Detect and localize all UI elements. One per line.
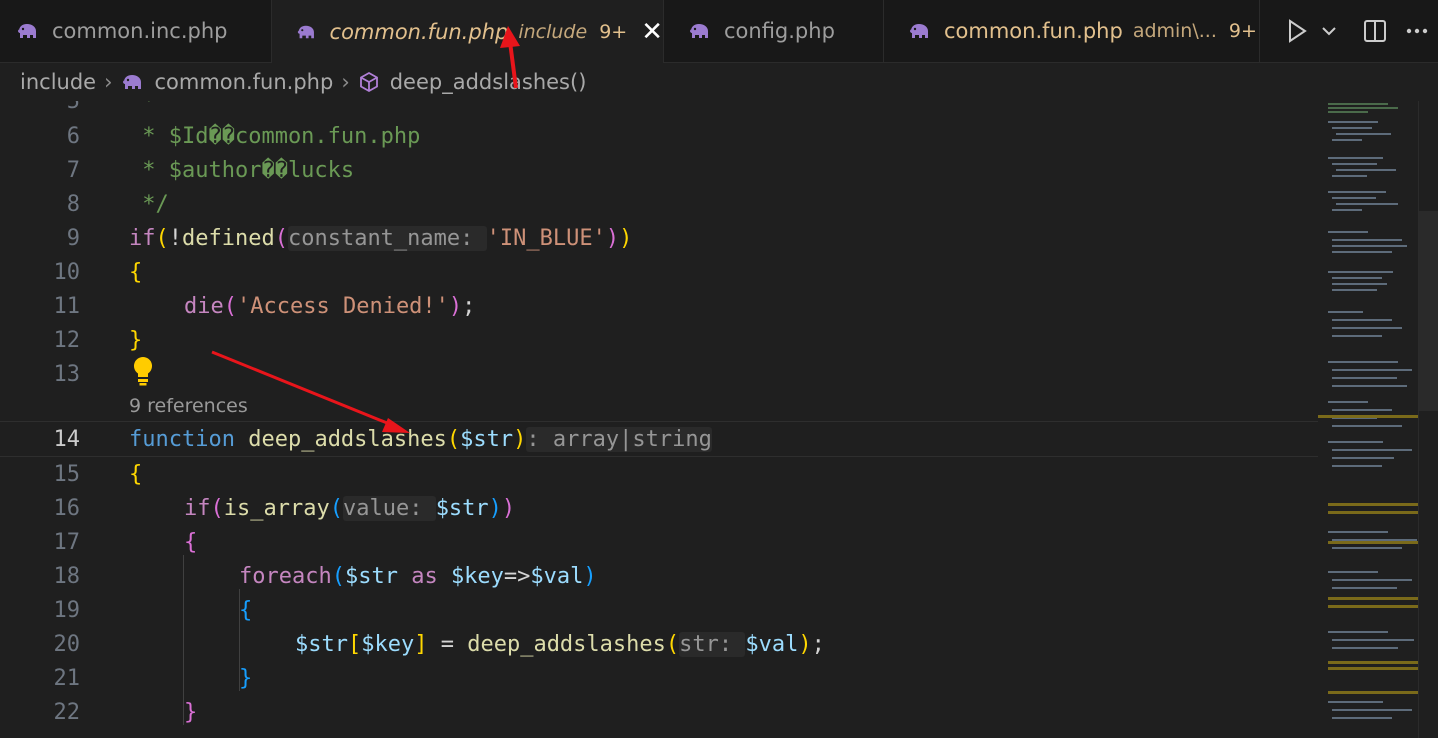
tab-label: config.php — [724, 19, 835, 43]
lightbulb-icon[interactable] — [130, 355, 156, 387]
editor-actions — [1276, 0, 1438, 62]
minimap[interactable] — [1318, 101, 1418, 738]
vertical-scrollbar[interactable] — [1418, 101, 1438, 738]
inlay-hint: constant_name: — [287, 225, 487, 251]
code-line-12: 12} — [53, 327, 143, 353]
code-line-6: 6 * $Id��common.fun.php — [66, 123, 421, 149]
inlay-hint: value: — [342, 495, 436, 521]
php-elephant-icon — [18, 24, 36, 38]
codelens-references[interactable]: 9 references — [129, 395, 248, 417]
php-elephant-icon — [122, 75, 141, 89]
code-line-18: 18 foreach($str as $key=>$val) — [53, 563, 597, 589]
breadcrumb: include › common.fun.php › deep_addslash… — [0, 63, 1438, 101]
tab-common-inc-php[interactable]: common.inc.php — [0, 0, 272, 62]
scrollbar-thumb[interactable] — [1419, 211, 1438, 411]
php-elephant-icon — [910, 24, 928, 38]
tab-description: include — [518, 20, 588, 43]
run-icon[interactable] — [1276, 0, 1318, 62]
code-line-13: 13 — [53, 361, 81, 387]
tab-label: common.fun.php — [944, 19, 1123, 43]
code-editor[interactable]: 5 * 6 * $Id��common.fun.php 7 * $author�… — [0, 101, 1318, 738]
inlay-hint-return-type: : array|string — [526, 426, 712, 452]
tab-bar: common.inc.php common.fun.php include 9+… — [0, 0, 1438, 63]
code-line-14: 14 function deep_addslashes($str): array|… — [0, 421, 1318, 457]
tab-common-fun-php-admin[interactable]: common.fun.php admin\... 9+ — [884, 0, 1260, 62]
method-cube-icon — [359, 71, 378, 93]
tab-label: common.fun.php — [329, 19, 509, 44]
chevron-down-icon[interactable] — [1318, 0, 1340, 62]
php-elephant-icon — [297, 25, 314, 38]
tab-description: admin\... — [1132, 20, 1217, 42]
code-line-8: 8 */ — [66, 191, 169, 217]
php-elephant-icon — [690, 24, 708, 38]
code-line-22: 22} — [53, 699, 198, 725]
code-line-10: 10{ — [53, 259, 143, 285]
code-line-17: 17{ — [53, 529, 198, 555]
tab-common-fun-php-include[interactable]: common.fun.php include 9+ ✕ — [272, 0, 664, 63]
chevron-right-icon: › — [104, 70, 113, 94]
code-line-16: 16 if(is_array(value: $str)) — [53, 495, 516, 521]
code-line-11: 11 die('Access Denied!'); — [53, 293, 476, 319]
minimap-preview — [1318, 103, 1418, 719]
tab-config-php[interactable]: config.php — [664, 0, 884, 62]
tab-problem-count: 9+ — [1228, 20, 1257, 42]
inlay-hint: str: — [679, 631, 746, 657]
code-line-21: 21} — [53, 665, 253, 691]
tab-problem-count: 9+ — [599, 20, 628, 43]
code-line-7: 7 * $author��lucks — [66, 157, 355, 183]
more-actions-icon[interactable] — [1396, 0, 1438, 62]
code-line-15: 15{ — [53, 461, 143, 487]
code-line-5: 5 * — [66, 101, 156, 114]
tab-label: common.inc.php — [52, 19, 228, 43]
breadcrumb-file[interactable]: common.fun.php — [155, 70, 334, 94]
close-tab-icon[interactable]: ✕ — [641, 17, 663, 47]
code-line-9: 9 if(!defined(constant_name: 'IN_BLUE')) — [66, 225, 633, 251]
split-editor-icon[interactable] — [1354, 0, 1396, 62]
chevron-right-icon: › — [341, 70, 350, 94]
breadcrumb-folder[interactable]: include — [20, 70, 96, 94]
code-line-20: 20 $str[$key] = deep_addslashes(str: $val… — [53, 631, 825, 657]
breadcrumb-symbol[interactable]: deep_addslashes() — [390, 70, 587, 94]
code-line-19: 19{ — [53, 597, 253, 623]
